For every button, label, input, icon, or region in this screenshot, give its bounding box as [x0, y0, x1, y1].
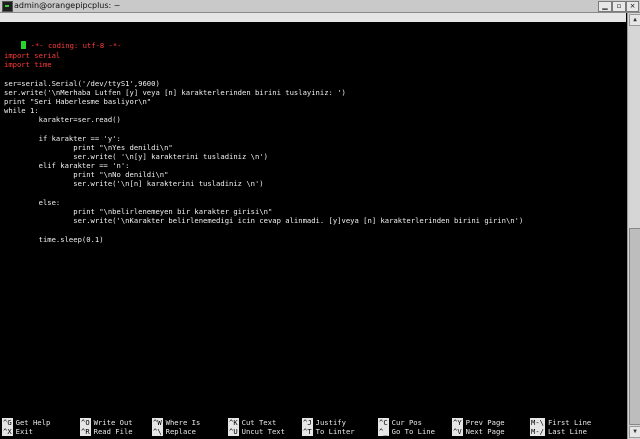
- nano-header: GNU nano 2.5.3 File: com_serial.py: [0, 13, 626, 40]
- window-titlebar: admin@orangepipcplus: ~ ▁ ▫ ×: [0, 0, 640, 13]
- scrollbar-thumb[interactable]: [629, 228, 640, 425]
- code-line-6: print "Seri Haberlesme basliyor\n": [4, 97, 152, 106]
- shortcut-replace[interactable]: ^\ Replace: [152, 427, 196, 436]
- code-line-4: ser=serial.Serial('/dev/ttyS1',9600): [4, 79, 160, 88]
- terminal-app-icon: [2, 1, 13, 12]
- nano-version: GNU nano 2.5.3: [13, 22, 74, 31]
- shortcut-next-page[interactable]: ^V Next Page: [452, 427, 505, 436]
- code-line-7: while 1:: [4, 106, 39, 115]
- code-line-15: else:: [4, 198, 61, 207]
- vertical-scrollbar[interactable]: ▲ ▼: [627, 13, 640, 439]
- maximize-button[interactable]: ▫: [612, 1, 626, 12]
- code-line-18: time.sleep(0.1): [4, 235, 104, 244]
- shortcut-uncut-text[interactable]: ^U Uncut Text: [228, 427, 285, 436]
- window-title: admin@orangepipcplus: ~: [14, 1, 121, 10]
- shortcut-to-linter[interactable]: ^T To Linter: [302, 427, 355, 436]
- code-line-14: ser.write('\n[n] karakterini tusladiniz …: [4, 179, 264, 188]
- terminal-area[interactable]: GNU nano 2.5.3 File: com_serial.py -*- c…: [0, 13, 626, 439]
- shortcut-where-is[interactable]: ^W Where Is: [152, 418, 200, 427]
- code-comment: -*- coding: utf-8 -*-: [30, 41, 122, 50]
- code-line-13: print "\nNo denildi\n": [4, 170, 169, 179]
- shortcut-exit[interactable]: ^X Exit: [2, 427, 33, 436]
- shortcut-cur-pos[interactable]: ^C Cur Pos: [378, 418, 422, 427]
- shortcut-go-to-line[interactable]: ^_ Go To Line: [378, 427, 435, 436]
- minimize-button[interactable]: ▁: [598, 1, 612, 12]
- shortcut-get-help[interactable]: ^G Get Help: [2, 418, 50, 427]
- code-line-5: ser.write('\nMerhaba Lutfen [y] veya [n]…: [4, 88, 346, 97]
- close-button[interactable]: ×: [626, 1, 639, 12]
- code-line-3: import time: [4, 60, 52, 69]
- shortcut-justify[interactable]: ^J Justify: [302, 418, 346, 427]
- code-line-1: -*- coding: utf-8 -*-: [4, 32, 122, 50]
- scroll-up-icon[interactable]: ▲: [629, 14, 640, 26]
- shortcut-last-line[interactable]: M-/Last Line: [530, 427, 587, 436]
- shortcut-write-out[interactable]: ^O Write Out: [80, 418, 133, 427]
- code-line-8: karakter=ser.read(): [4, 115, 121, 124]
- nano-file-label: File: com_serial.py: [220, 31, 303, 40]
- code-line-17: ser.write('\nKarakter belirlenemedigi ic…: [4, 216, 524, 225]
- code-line-16: print "\nbelirlenemeyen bir karakter gir…: [4, 207, 273, 216]
- shortcut-read-file[interactable]: ^R Read File: [80, 427, 133, 436]
- code-line-10: print "\nYes denildi\n": [4, 143, 173, 152]
- scroll-down-icon[interactable]: ▼: [629, 426, 640, 438]
- code-line-11: ser.write( '\n[y] karakterini tusladiniz…: [4, 152, 268, 161]
- code-line-9: if karakter == 'y':: [4, 134, 121, 143]
- shortcut-first-line[interactable]: M-\ First Line: [530, 418, 591, 427]
- shortcut-cut-text[interactable]: ^K Cut Text: [228, 418, 276, 427]
- code-line-2: import serial: [4, 51, 61, 60]
- shortcut-prev-page[interactable]: ^Y Prev Page: [452, 418, 505, 427]
- code-line-12: elif karakter == 'n':: [4, 161, 130, 170]
